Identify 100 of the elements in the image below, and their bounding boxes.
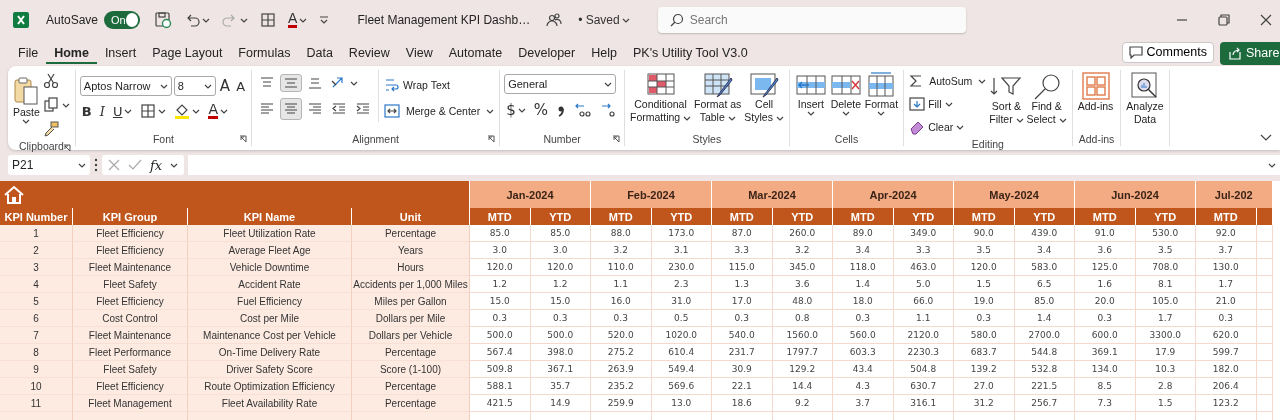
percent-button[interactable]: % [531, 100, 550, 120]
table-cell: 316.1 [893, 395, 954, 412]
table-cell: 0.8 [772, 310, 833, 327]
table-cell: 231.7 [712, 344, 773, 361]
comments-button[interactable]: Comments [1121, 41, 1214, 63]
insert-button[interactable]: Insert [793, 70, 828, 118]
number-format-dropdown[interactable]: General [504, 74, 617, 94]
menu-tab[interactable]: Formulas [230, 42, 299, 64]
align-middle-button[interactable] [280, 74, 303, 92]
caret-icon [78, 162, 86, 168]
font-color-button[interactable]: A [286, 10, 310, 30]
table-cell: 588.1 [470, 378, 531, 395]
collapse-ribbon-icon[interactable] [1260, 134, 1272, 142]
dialog-launcher-icon[interactable] [611, 135, 620, 143]
grow-font-button[interactable]: A [217, 76, 233, 96]
share-button[interactable]: Share [1220, 41, 1280, 65]
menu-tab[interactable]: Help [583, 42, 625, 64]
underline-button[interactable]: U [110, 102, 135, 120]
bold-button[interactable]: B [79, 102, 94, 120]
italic-button[interactable]: I [97, 102, 107, 120]
caret-icon [124, 108, 133, 114]
dialog-launcher-icon[interactable] [487, 135, 496, 143]
table-cell: 15.0 [530, 293, 591, 310]
fill-button[interactable]: Fill [908, 93, 988, 115]
autosum-button[interactable]: AutoSum [908, 70, 988, 92]
table-cell: 1.6 [1075, 276, 1136, 293]
table-cell: 4.3 [833, 378, 894, 395]
menu-tab[interactable]: Page Layout [144, 42, 231, 64]
cell-styles-button[interactable]: Cell Styles [743, 70, 785, 126]
table-cell: 105.0 [1135, 293, 1196, 310]
menu-tab[interactable]: Data [298, 42, 341, 64]
spreadsheet-app-icon[interactable] [12, 11, 30, 29]
caret-icon [1268, 162, 1276, 168]
menu-tab[interactable]: Review [340, 42, 398, 64]
menu-tab[interactable]: View [397, 42, 441, 64]
more-icon[interactable] [94, 158, 98, 172]
dialog-launcher-icon[interactable] [239, 135, 248, 143]
group-label: Alignment [351, 132, 400, 145]
sort-filter-button[interactable]: Sort & Filter [988, 70, 1025, 128]
menu-tab[interactable]: Insert [96, 42, 145, 64]
analyze-data-button[interactable]: Analyze Data [1125, 70, 1165, 128]
table-cell: 1797.7 [772, 344, 833, 361]
table-cell: 206.4 [1196, 378, 1257, 395]
dialog-launcher-icon[interactable] [62, 144, 71, 152]
wrap-text-icon [384, 77, 401, 93]
month-header: Feb-2024 [591, 181, 712, 208]
group-label: Clipboard [17, 140, 65, 152]
format-as-table-button[interactable]: Format as Table [693, 70, 743, 126]
table-cell: 17.9 [1135, 344, 1196, 361]
table-cell: 683.7 [954, 344, 1015, 361]
table-cell: 3 [0, 259, 73, 276]
table-cell: 439.0 [1014, 225, 1075, 242]
save-status[interactable]: • Saved [576, 11, 632, 29]
format-button[interactable]: Format [863, 70, 900, 118]
shrink-font-button[interactable]: A [234, 77, 248, 95]
currency-button[interactable]: $ [504, 100, 528, 120]
table-cell: 3.3 [893, 242, 954, 259]
menu-tab[interactable]: Home [46, 42, 97, 64]
table-cell: Fleet Safety [73, 276, 188, 293]
wrap-text-button[interactable]: Wrap Text [383, 74, 496, 96]
table-cell: 569.6 [651, 378, 712, 395]
table-cell: 544.8 [1014, 344, 1075, 361]
menu-tab[interactable]: Automate [440, 42, 511, 64]
font-name-dropdown[interactable]: Aptos Narrow [79, 76, 172, 96]
add-ins-button[interactable]: Add-ins [1076, 70, 1115, 115]
menu-tab[interactable]: Developer [510, 42, 584, 64]
search-field[interactable]: Search [657, 7, 966, 33]
font-color-button[interactable]: A [206, 102, 230, 120]
table-cell: 182.0 [1196, 361, 1257, 378]
insert-function-button[interactable]: fx [150, 157, 163, 173]
name-box[interactable]: P21 [8, 155, 90, 175]
autosave-toggle[interactable]: On [104, 11, 141, 29]
table-cell: 1.3 [712, 276, 773, 293]
month-header: Mar-2024 [712, 181, 833, 208]
table-cell: 4 [0, 276, 73, 293]
caret-icon [240, 17, 249, 23]
restore-icon[interactable] [1218, 14, 1230, 26]
close-icon[interactable] [1260, 14, 1272, 26]
table-cell: On-Time Delivery Rate [188, 344, 352, 361]
menu-tab[interactable]: PK's Utility Tool V3.0 [624, 42, 756, 64]
paste-button[interactable]: Paste [12, 70, 41, 126]
font-size-dropdown[interactable]: 8 [173, 76, 216, 96]
delete-button[interactable]: Delete [828, 70, 863, 118]
conditional-formatting-button[interactable]: Conditional Formatting [628, 70, 693, 126]
table-cell: 3.0 [530, 242, 591, 259]
table-cell: 3.7 [833, 395, 894, 412]
merge-center-button[interactable]: Merge & Center [383, 100, 496, 122]
copy-icon [42, 97, 59, 113]
formula-input[interactable] [188, 155, 1280, 175]
home-icon[interactable] [3, 184, 25, 205]
caret-icon [841, 111, 850, 116]
column-header: MTD [591, 208, 652, 225]
eraser-icon [909, 119, 926, 135]
align-center-button[interactable] [280, 98, 303, 120]
menu-tab[interactable]: File [10, 42, 47, 64]
find-select-button[interactable]: Find & Select [1025, 70, 1068, 128]
table-cell: 88.0 [591, 225, 652, 242]
table-cell: 0.3 [1196, 310, 1257, 327]
clear-button[interactable]: Clear [908, 116, 988, 138]
table-cell: 3.1 [651, 242, 712, 259]
